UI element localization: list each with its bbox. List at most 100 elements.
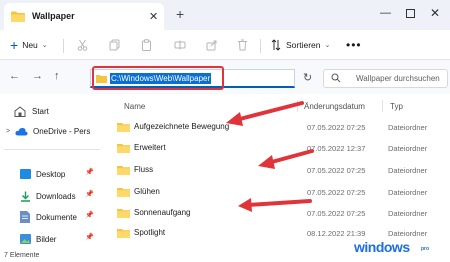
file-name: Spotlight [134, 228, 166, 237]
column-divider [382, 100, 383, 112]
close-tab-icon[interactable]: ✕ [149, 10, 158, 23]
toolbar-divider [63, 39, 64, 53]
file-type: Dateiordner [388, 188, 428, 197]
sidebar-divider [4, 149, 100, 150]
windows-pro-logo-suffix: pro [421, 246, 430, 252]
sidebar-item-downloads[interactable]: Downloads [20, 189, 76, 203]
folder-icon [117, 123, 130, 132]
sort-label: Sortieren [286, 40, 321, 50]
sidebar-item-bilder[interactable]: Bilder [20, 232, 56, 246]
pin-icon: 📌 [85, 169, 94, 176]
search-input[interactable]: Wallpaper durchsuchen [323, 69, 448, 88]
pictures-icon [20, 234, 31, 244]
file-date: 07.05.2022 07:25 [307, 209, 366, 218]
sidebar-item-label: Bilder [36, 234, 57, 244]
sidebar-item-label: Dokumente [36, 212, 77, 222]
pin-icon: 📌 [85, 212, 94, 219]
sidebar-item-dokumente[interactable]: Dokumente [20, 210, 77, 224]
file-date: 07.05.2022 07:25 [307, 123, 366, 132]
cut-button[interactable] [77, 37, 88, 53]
file-date: 08.12.2022 21:39 [307, 229, 366, 238]
address-annotation-box [92, 66, 224, 90]
tab-title: Wallpaper [32, 11, 75, 21]
folder-icon [117, 188, 130, 197]
share-icon [206, 40, 217, 51]
tab-wallpaper[interactable]: Wallpaper ✕ [4, 3, 164, 30]
refresh-button[interactable]: ↻ [303, 71, 312, 84]
sidebar-item-label: OneDrive - Pers [33, 126, 91, 136]
sidebar-item-label: Desktop [36, 169, 66, 179]
sort-icon [271, 39, 281, 51]
desktop-icon [20, 169, 31, 179]
pin-icon: 📌 [85, 191, 94, 198]
file-date: 07.05.2022 07:25 [307, 166, 366, 175]
folder-icon [11, 11, 25, 22]
sidebar-item-label: Downloads [36, 191, 76, 201]
file-type: Dateiordner [388, 144, 428, 153]
forward-button[interactable]: → [32, 70, 43, 82]
column-header-type[interactable]: Typ [390, 102, 403, 111]
file-date: 07.05.2022 07:25 [307, 188, 366, 197]
copy-icon [109, 39, 120, 51]
search-placeholder: Wallpaper durchsuchen [356, 74, 440, 83]
up-button[interactable]: ↑ [54, 70, 60, 82]
rename-button[interactable] [174, 37, 186, 53]
sidebar-item-start[interactable]: Start [6, 104, 49, 118]
list-item[interactable]: Fluss 07.05.2022 07:25 Dateiordner [107, 162, 450, 178]
sidebar-item-desktop[interactable]: Desktop [20, 167, 65, 181]
rename-icon [174, 40, 186, 50]
file-name: Sonnenaufgang [134, 208, 191, 217]
file-type: Dateiordner [388, 209, 428, 218]
copy-button[interactable] [109, 37, 120, 53]
chevron-down-icon: ⌄ [41, 42, 48, 49]
file-list: Name Änderungsdatum Typ Aufgezeichnete B… [107, 94, 450, 252]
title-bar: Wallpaper ✕ + — ✕ [0, 0, 450, 30]
cloud-icon [15, 127, 28, 135]
toolbar-divider [260, 39, 261, 53]
home-icon [14, 105, 26, 117]
new-label: Neu [22, 40, 38, 50]
file-name: Fluss [134, 165, 154, 174]
more-icon: ••• [346, 38, 362, 52]
paste-icon [142, 39, 151, 51]
documents-icon [20, 211, 30, 223]
list-item[interactable]: Erweitert 07.05.2022 12:37 Dateiordner [107, 140, 450, 156]
maximize-button[interactable] [406, 9, 415, 18]
file-type: Dateiordner [388, 123, 428, 132]
chevron-right-icon: > [6, 127, 11, 135]
sidebar-item-onedrive[interactable]: > OneDrive - Pers [0, 124, 101, 138]
file-date: 07.05.2022 12:37 [307, 144, 366, 153]
list-item[interactable]: Glühen 07.05.2022 07:25 Dateiordner [107, 184, 450, 200]
delete-button[interactable] [237, 37, 248, 53]
share-button[interactable] [206, 37, 218, 53]
download-icon [21, 191, 30, 202]
file-type: Dateiordner [388, 166, 428, 175]
column-divider [297, 100, 298, 112]
paste-button[interactable] [141, 37, 152, 53]
close-window-button[interactable]: ✕ [430, 6, 440, 20]
file-name: Aufgezeichnete Bewegung [134, 122, 230, 131]
chevron-down-icon: ⌄ [324, 42, 331, 49]
new-tab-button[interactable]: + [176, 6, 184, 22]
windows-pro-logo: windows [354, 239, 410, 255]
search-icon [331, 73, 341, 83]
file-type: Dateiordner [388, 229, 428, 238]
pin-icon: 📌 [85, 234, 94, 241]
list-item[interactable]: Sonnenaufgang 07.05.2022 07:25 Dateiordn… [107, 205, 450, 221]
file-name: Glühen [134, 187, 160, 196]
command-bar: + Neu ⌄ Sortieren ⌄ ••• [0, 30, 450, 60]
column-header-date[interactable]: Änderungsdatum [304, 102, 365, 111]
more-options-button[interactable]: ••• [346, 37, 362, 53]
list-item[interactable]: Aufgezeichnete Bewegung 07.05.2022 07:25… [107, 119, 450, 135]
new-button[interactable]: + Neu ⌄ [10, 37, 48, 53]
sort-button[interactable]: Sortieren ⌄ [271, 37, 330, 53]
column-header-name[interactable]: Name [124, 102, 145, 111]
delete-icon [238, 39, 247, 51]
folder-icon [117, 166, 130, 175]
back-button[interactable]: ← [9, 70, 20, 82]
navigation-pane: Start > OneDrive - Pers Desktop 📌 Downlo… [0, 94, 101, 252]
minimize-button[interactable]: — [380, 7, 391, 19]
folder-icon [117, 144, 130, 153]
file-name: Erweitert [134, 143, 166, 152]
folder-icon [117, 209, 130, 218]
